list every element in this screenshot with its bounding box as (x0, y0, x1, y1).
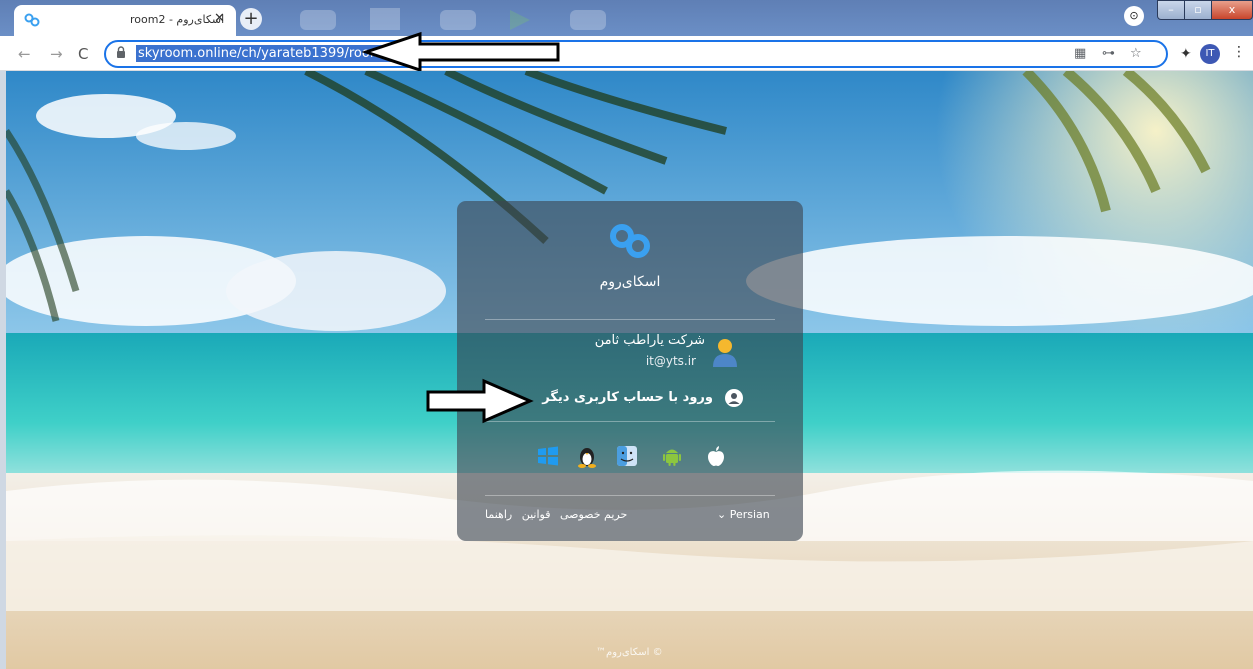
language-selector[interactable]: ⌄ Persian (717, 508, 770, 521)
page-viewport: اسکای‌روم شرکت یاراطب ثامن it@yts.ir ورو… (6, 71, 1253, 669)
linux-icon[interactable] (575, 444, 599, 468)
browser-tab[interactable]: room2 - اسکای‌روم ✕ (14, 5, 236, 36)
windows-icon[interactable] (536, 444, 560, 468)
privacy-link[interactable]: حریم خصوصی (560, 508, 627, 521)
skyroom-favicon-icon (24, 13, 40, 27)
tab-strip: room2 - اسکای‌روم ✕ + ⊙ – ▫ x (0, 0, 1253, 36)
login-card: اسکای‌روم شرکت یاراطب ثامن it@yts.ir ورو… (457, 201, 803, 541)
taskbar-thumbnails (300, 8, 606, 30)
browser-toolbar: ← → C skyroom.online/ch/yarateb1399/room… (0, 36, 1253, 71)
browser-menu-icon[interactable]: ⋮ (1232, 44, 1246, 60)
help-link[interactable]: راهنما (485, 508, 512, 521)
user-circle-icon (725, 389, 743, 407)
reload-button[interactable]: C (78, 45, 88, 63)
forward-button[interactable]: → (50, 45, 63, 63)
install-app-icon[interactable]: ▦ (1074, 46, 1086, 61)
user-name[interactable]: شرکت یاراطب ثامن (595, 333, 705, 348)
footer-links: حریم خصوصی قوانین راهنما (485, 508, 633, 521)
lock-icon (117, 46, 125, 58)
bookmark-star-icon[interactable]: ☆ (1130, 46, 1142, 61)
minimize-button[interactable]: – (1157, 0, 1185, 20)
window-controls: – ▫ x (1157, 0, 1253, 20)
annotation-arrow-url (362, 31, 560, 73)
mac-finder-icon[interactable] (615, 444, 639, 468)
android-icon[interactable] (660, 444, 684, 468)
brand-name: اسکای‌روم (599, 274, 661, 290)
back-button[interactable]: ← (18, 45, 31, 63)
divider (485, 319, 775, 320)
new-tab-button[interactable]: + (240, 8, 262, 30)
other-account-label: ورود با حساب کاربری دیگر (542, 390, 713, 405)
skyroom-logo-icon (610, 224, 650, 258)
profile-badge-icon[interactable]: ⊙ (1124, 6, 1144, 26)
profile-avatar[interactable]: IT (1200, 44, 1220, 64)
close-window-button[interactable]: x (1211, 0, 1253, 20)
copyright-text: ™اسکای‌روم © (596, 647, 663, 658)
apple-icon[interactable] (704, 444, 728, 468)
url-text[interactable]: skyroom.online/ch/yarateb1399/room2 (136, 45, 393, 62)
login-other-account-button[interactable]: ورود با حساب کاربری دیگر (531, 387, 743, 411)
password-key-icon[interactable]: ⊶ (1102, 46, 1115, 61)
tab-title: room2 - اسکای‌روم (130, 13, 225, 26)
divider (485, 495, 775, 496)
address-bar[interactable]: skyroom.online/ch/yarateb1399/room2 ▦ ⊶ … (104, 40, 1168, 68)
user-email: it@yts.ir (645, 354, 696, 368)
extensions-puzzle-icon[interactable]: ✦ (1180, 46, 1192, 62)
language-label: Persian (729, 508, 770, 521)
maximize-button[interactable]: ▫ (1184, 0, 1212, 20)
terms-link[interactable]: قوانین (522, 508, 551, 521)
chevron-down-icon: ⌄ (717, 508, 727, 521)
annotation-arrow-account (426, 378, 534, 424)
user-avatar-icon (713, 339, 737, 367)
tab-close-icon[interactable]: ✕ (214, 11, 225, 26)
